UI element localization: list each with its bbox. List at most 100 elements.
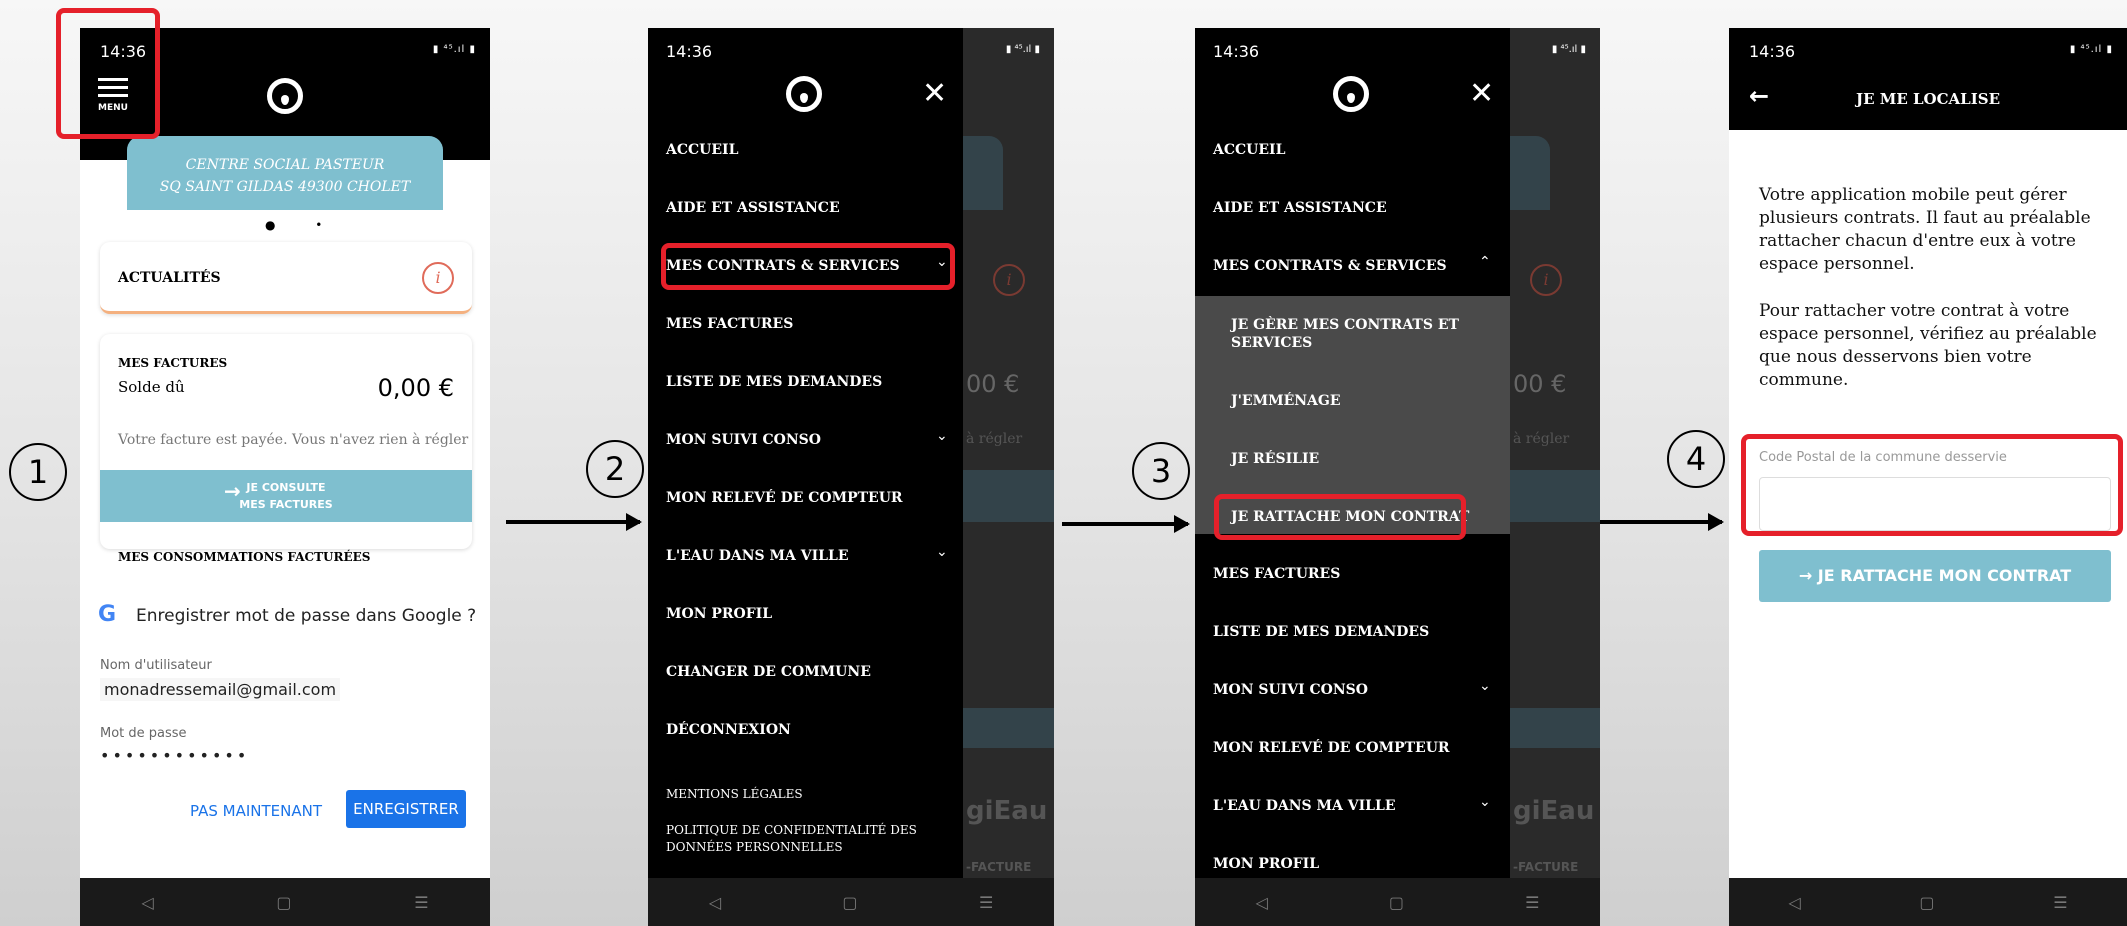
phone-screen-home: 14:36 ▮ ⁴⁵.ıl ▮ MENU CENTRE SOCIAL PASTE… — [80, 28, 490, 926]
menu-item-accueil[interactable]: ACCUEIL — [1213, 142, 1285, 158]
background-amount: 00 € — [966, 370, 1020, 398]
step-4-badge: 4 — [1667, 430, 1725, 488]
menu-item-releve[interactable]: MON RELEVÉ DE COMPTEUR — [666, 490, 903, 506]
background-button — [1510, 470, 1600, 522]
back-nav-icon[interactable]: ◁ — [1256, 893, 1268, 912]
menu-item-suivi-conso[interactable]: MON SUIVI CONSO — [666, 432, 821, 448]
invoices-title: MES FACTURES — [118, 356, 228, 370]
menu-item-profil[interactable]: MON PROFIL — [1213, 856, 1319, 872]
chevron-down-icon[interactable]: ⌄ — [936, 544, 1044, 560]
check-paragraph: Pour rattacher votre contrat à votre esp… — [1759, 301, 2097, 390]
recents-nav-icon[interactable]: ☰ — [979, 893, 993, 912]
username-field[interactable]: monadressemail@gmail.com — [100, 678, 341, 701]
recents-nav-icon[interactable]: ☰ — [414, 893, 428, 912]
submenu-item-emmenage[interactable]: J'EMMÉNAGE — [1231, 392, 1341, 410]
menu-item-demandes[interactable]: LISTE DE MES DEMANDES — [1213, 624, 1429, 640]
intro-paragraph: Votre application mobile peut gérer plus… — [1759, 185, 2091, 274]
background-facture: -FACTURE — [1513, 860, 1579, 874]
submenu-item-resilie[interactable]: JE RÉSILIE — [1231, 450, 1319, 468]
menu-item-profil[interactable]: MON PROFIL — [666, 606, 772, 622]
status-bar: 14:36 — [648, 28, 963, 76]
attach-contract-label: JE RATTACHE MON CONTRAT — [1817, 566, 2072, 585]
page-title: JE ME LOCALISE — [1855, 90, 2001, 108]
signal-icon: ▮ ⁴⁵.ıl ▮ — [432, 44, 476, 55]
chevron-up-icon[interactable]: ⌃ — [1479, 254, 1590, 270]
google-logo-icon: G — [98, 602, 117, 627]
balance-label: Solde dû — [118, 378, 185, 396]
highlight-menu-button — [56, 8, 160, 139]
arrow-step-2-to-3 — [1062, 515, 1190, 533]
highlight-rattache — [1214, 494, 1466, 540]
password-field[interactable]: •••••••••••• — [100, 746, 249, 765]
step-1-badge: 1 — [9, 443, 67, 501]
status-time: 14:36 — [1213, 42, 1260, 61]
home-nav-icon[interactable]: ▢ — [1389, 893, 1404, 912]
menu-item-accueil[interactable]: ACCUEIL — [666, 142, 738, 158]
menu-item-mentions[interactable]: MENTIONS LÉGALES — [666, 786, 803, 803]
home-nav-icon[interactable]: ▢ — [276, 893, 291, 912]
menu-item-contrats[interactable]: MES CONTRATS & SERVICES — [1213, 258, 1447, 274]
info-icon[interactable]: i — [422, 262, 454, 294]
address-line2: SQ SAINT GILDAS 49300 CHOLET — [159, 179, 411, 195]
menu-item-aide[interactable]: AIDE ET ASSISTANCE — [1213, 200, 1387, 216]
news-card[interactable]: ACTUALITÉS i — [100, 242, 472, 314]
menu-item-factures[interactable]: MES FACTURES — [666, 316, 793, 332]
logo-icon — [267, 78, 303, 114]
recents-nav-icon[interactable]: ☰ — [1525, 893, 1539, 912]
signal-icon: ▮ ⁴⁵.ıl ▮ — [2069, 44, 2113, 55]
menu-item-eau-ville[interactable]: L'EAU DANS MA VILLE — [1213, 798, 1396, 814]
menu-item-releve[interactable]: MON RELEVÉ DE COMPTEUR — [1213, 740, 1450, 756]
attach-contract-button[interactable]: → JE RATTACHE MON CONTRAT — [1759, 550, 2111, 602]
menu-item-confidentialite[interactable]: POLITIQUE DE CONFIDENTIALITÉ DES DONNÉES… — [666, 822, 966, 856]
background-facture: -FACTURE — [966, 860, 1032, 874]
highlight-contrats — [661, 243, 955, 290]
save-password-button[interactable]: ENREGISTRER — [346, 790, 466, 828]
home-nav-icon[interactable]: ▢ — [842, 893, 857, 912]
highlight-postal-code — [1741, 434, 2123, 536]
background-amount: 00 € — [1513, 370, 1567, 398]
chevron-down-icon[interactable]: ⌄ — [1479, 678, 1590, 694]
back-nav-icon[interactable]: ◁ — [709, 893, 721, 912]
consumption-title: MES CONSOMMATIONS FACTURÉES — [118, 550, 371, 564]
menu-item-factures[interactable]: MES FACTURES — [1213, 566, 1340, 582]
google-prompt-title: Enregistrer mot de passe dans Google ? — [136, 606, 477, 626]
address-line1: CENTRE SOCIAL PASTEUR — [185, 157, 385, 173]
close-icon[interactable]: ✕ — [1469, 76, 1494, 111]
signal-icon: ▮ ⁴⁵.ıl ▮ — [1005, 44, 1040, 55]
password-label: Mot de passe — [100, 726, 187, 741]
submenu-item-gerer[interactable]: JE GÈRE MES CONTRATS ET SERVICES — [1231, 316, 1461, 352]
not-now-button[interactable]: PAS MAINTENANT — [190, 802, 322, 820]
balance-value: 0,00 € — [377, 374, 454, 402]
status-time: 14:36 — [1749, 42, 1796, 61]
android-nav-bar: ◁ ▢ ☰ — [1195, 878, 1600, 926]
menu-item-demandes[interactable]: LISTE DE MES DEMANDES — [666, 374, 882, 390]
background-button — [963, 470, 1054, 522]
back-nav-icon[interactable]: ◁ — [141, 893, 153, 912]
paid-message: Votre facture est payée. Vous n'avez rie… — [118, 432, 469, 448]
background-button-2 — [963, 708, 1054, 748]
status-time: 14:36 — [666, 42, 713, 61]
menu-item-suivi-conso[interactable]: MON SUIVI CONSO — [1213, 682, 1368, 698]
background-button-2 — [1510, 708, 1600, 748]
step-2-badge: 2 — [586, 440, 644, 498]
menu-item-aide[interactable]: AIDE ET ASSISTANCE — [666, 200, 840, 216]
status-bar: 14:36 — [1195, 28, 1510, 76]
menu-item-deconnexion[interactable]: DÉCONNEXION — [666, 722, 791, 738]
arrow-step-1-to-2 — [506, 513, 642, 531]
android-nav-bar: ◁ ▢ ☰ — [80, 878, 490, 926]
consult-invoices-button[interactable]: → JE CONSULTE MES FACTURES — [100, 470, 472, 522]
status-bar: 14:36 ▮ ⁴⁵.ıl ▮ — [1729, 28, 2127, 76]
background-address-card — [1510, 136, 1550, 210]
home-nav-icon[interactable]: ▢ — [1919, 893, 1934, 912]
close-icon[interactable]: ✕ — [922, 76, 947, 111]
recents-nav-icon[interactable]: ☰ — [2053, 893, 2067, 912]
arrow-right-icon: → — [224, 479, 241, 503]
chevron-down-icon[interactable]: ⌄ — [936, 428, 1044, 444]
back-nav-icon[interactable]: ◁ — [1788, 893, 1800, 912]
address-card[interactable]: CENTRE SOCIAL PASTEUR SQ SAINT GILDAS 49… — [127, 136, 443, 210]
signal-icon: ▮ ⁴⁵.ıl ▮ — [1551, 44, 1586, 55]
menu-item-eau-ville[interactable]: L'EAU DANS MA VILLE — [666, 548, 849, 564]
menu-item-changer-commune[interactable]: CHANGER DE COMMUNE — [666, 664, 871, 680]
android-nav-bar: ◁ ▢ ☰ — [648, 878, 1054, 926]
chevron-down-icon[interactable]: ⌄ — [1479, 794, 1590, 810]
